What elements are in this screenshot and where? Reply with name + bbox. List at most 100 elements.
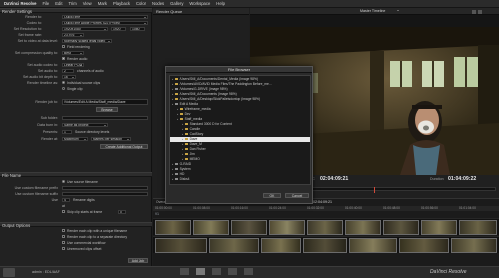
tree-row[interactable]: ▸ CadStory [170, 132, 310, 137]
tree-row[interactable]: ▸ Edit A Media [170, 102, 310, 107]
skip-clip-checkbox[interactable] [62, 210, 65, 213]
viewer-fullscreen-icon[interactable] [478, 9, 482, 14]
timeline-clip[interactable] [269, 220, 305, 235]
timeline-clip[interactable] [303, 238, 347, 253]
timeline-clip[interactable] [155, 220, 191, 235]
render-at-select[interactable]: Maximum [62, 136, 88, 141]
tree-row[interactable]: ▸ Dave_M [170, 142, 310, 147]
use-source-filename-radio[interactable] [62, 180, 65, 183]
unique-filename-label: Render each clip with a unique filename [67, 228, 128, 233]
tree-row[interactable]: ▸ System [170, 167, 310, 172]
individual-clips-radio[interactable] [62, 81, 65, 84]
ok-button[interactable]: OK [263, 193, 281, 198]
timeline-dropdown[interactable]: Master Timeline [360, 9, 400, 14]
render-audio-checkbox[interactable] [62, 57, 65, 60]
menu-nodes[interactable]: Nodes [152, 1, 164, 6]
menu-file[interactable]: File [43, 1, 50, 6]
timeline-clip[interactable] [307, 220, 343, 235]
timeline-clip[interactable] [193, 220, 229, 235]
cancel-button[interactable]: Cancel [285, 193, 309, 198]
menu-workspace[interactable]: Workspace [189, 1, 210, 6]
audio-codec-select[interactable]: Linear PCM [62, 62, 84, 67]
timeline-clip[interactable] [383, 220, 419, 235]
browse-button[interactable]: Browse [96, 107, 118, 112]
frame-rate-select[interactable]: 23.976 [62, 32, 84, 37]
tree-row[interactable]: ▸/Volumes/AVID/AVID Media Files/The Padd… [170, 82, 310, 87]
clip-index-label: V1 [155, 212, 159, 216]
menu-help[interactable]: Help [216, 1, 225, 6]
field-rendering-checkbox[interactable] [62, 45, 65, 48]
menu-edit[interactable]: Edit [55, 1, 62, 6]
single-clip-radio[interactable] [62, 87, 65, 90]
viewer-option-icon[interactable] [472, 9, 476, 14]
media-tab-icon[interactable] [180, 268, 189, 275]
app-name[interactable]: DaVinci Resolve [4, 1, 37, 6]
tree-row[interactable]: ▸ MEMO [170, 157, 310, 162]
timeline-clip[interactable] [261, 238, 301, 253]
tree-row[interactable]: ▸ Standard 3000 D for Content [170, 122, 310, 127]
create-additional-output-button[interactable]: Create Additional Output [100, 144, 148, 149]
add-job-button[interactable]: Add Job [128, 258, 148, 263]
deliver-tab-icon[interactable] [244, 268, 253, 275]
playhead[interactable] [374, 187, 375, 193]
timeline-clip[interactable] [399, 238, 449, 253]
render-job-path-field[interactable]: /Volumes/Edit A Media/Staff_media/Dave [62, 99, 148, 105]
ruler-tick: 01:00:08:00 [193, 206, 210, 210]
skip-clip-frame-field[interactable]: 0 [118, 209, 126, 214]
timeline-clip[interactable] [451, 238, 497, 253]
timeline-clip[interactable] [349, 238, 397, 253]
tree-row[interactable]: ▸/Users/Still_A/Documents (Image 98%) [170, 92, 310, 97]
names-per-session-select[interactable]: Names per session [91, 136, 131, 141]
burn-in-select[interactable]: Same as project [62, 122, 108, 127]
tree-row[interactable]: ▸ Disks4 [170, 177, 310, 182]
custom-prefix-field[interactable] [62, 185, 148, 190]
resolution-height[interactable]: 1080 [130, 26, 145, 31]
data-level-select[interactable]: Normally scaled legal video [62, 38, 112, 43]
compression-select[interactable]: Best [62, 50, 84, 55]
color-tab-icon[interactable] [212, 268, 221, 275]
timeline-clip[interactable] [209, 238, 259, 253]
timeline-clip[interactable] [345, 220, 381, 235]
digits-field[interactable]: 4 [62, 197, 70, 202]
commercial-workflow-checkbox[interactable] [62, 241, 65, 244]
resolution-select[interactable]: 1920x1080 [62, 26, 108, 31]
tree-row[interactable]: ▸ G-RAID [170, 162, 310, 167]
timeline-clip[interactable] [155, 238, 207, 253]
tree-row[interactable]: ▸ Jim [170, 152, 310, 157]
timeline-clip[interactable] [421, 220, 457, 235]
tree-row[interactable]: ▸/Users/Still_A/Desktop/SlickPalletsdont… [170, 97, 310, 102]
tree-row[interactable]: ▸ Dan Fisher [170, 147, 310, 152]
unremoved-clips-checkbox[interactable] [62, 247, 65, 250]
menu-trim[interactable]: Trim [68, 1, 76, 6]
tree-row[interactable]: ▸ Candle [170, 127, 310, 132]
gallery-tab-icon[interactable] [228, 268, 237, 275]
menu-gallery[interactable]: Gallery [170, 1, 183, 6]
tree-row[interactable]: ▸ Dave [170, 137, 310, 142]
tree-row[interactable]: ▸ HD [170, 172, 310, 177]
tree-row[interactable]: ▸/Users/Still_A/Documents/Dental_Media (… [170, 77, 310, 82]
tree-row[interactable]: ▸/Volumes/G-DRIVE (Image 98%) [170, 87, 310, 92]
timeline-clip[interactable] [459, 220, 497, 235]
timeline-ruler[interactable]: 01:00:00:00 01:00:08:00 01:00:16:00 01:0… [153, 206, 499, 211]
resolution-width[interactable]: 1920 [111, 26, 126, 31]
bit-depth-select[interactable]: 16 [62, 74, 76, 79]
tree-row[interactable]: ▸ Dev [170, 112, 310, 117]
folder-tree[interactable]: ▸/Users/Still_A/Documents/Dental_Media (… [169, 75, 311, 185]
sub-folder-field[interactable] [62, 115, 148, 120]
audio-channels-field[interactable]: 2 [62, 68, 74, 73]
custom-suffix-field[interactable] [62, 191, 148, 196]
menu-color[interactable]: Color [136, 1, 146, 6]
tree-row[interactable]: ▸ Staff_media [170, 117, 310, 122]
unique-filename-checkbox[interactable] [62, 229, 65, 232]
menu-mark[interactable]: Mark [98, 1, 107, 6]
tree-row[interactable]: ▸ Wireframe_media [170, 107, 310, 112]
separate-directory-checkbox[interactable] [62, 235, 65, 238]
timeline-clip[interactable] [231, 220, 267, 235]
presets-count-field[interactable]: 1 [62, 129, 72, 134]
codec-select[interactable]: QuickTime Apple ProRes 422 (Proxy) [62, 20, 148, 25]
edit-tab-icon[interactable] [196, 268, 205, 275]
tree-row-label: /Users/Still_A/Documents/Dental_Media (I… [179, 77, 259, 81]
render-to-select[interactable]: QuickTime [62, 14, 148, 19]
menu-view[interactable]: View [83, 1, 92, 6]
menu-playback[interactable]: Playback [113, 1, 130, 6]
